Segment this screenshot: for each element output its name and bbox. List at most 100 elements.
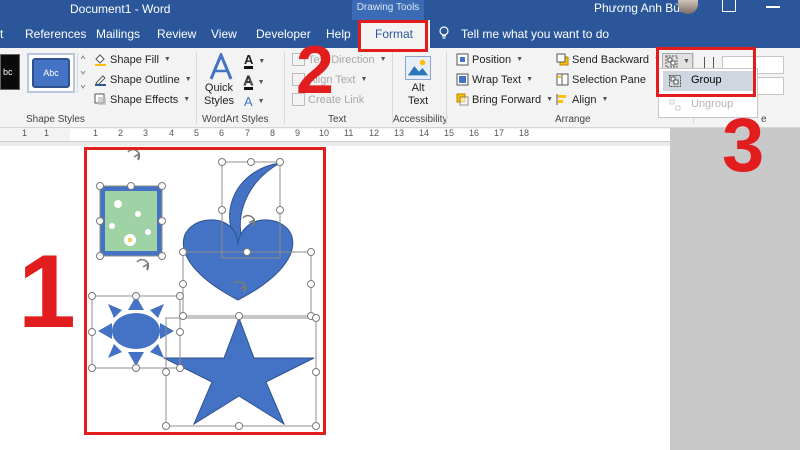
ribbon-display-options-icon[interactable]	[722, 0, 736, 12]
chevron-down-icon: ▼	[257, 79, 265, 86]
shape-fill-button[interactable]: Shape Fill ▼	[94, 53, 171, 66]
selection-pane-label: Selection Pane	[572, 73, 646, 86]
send-backward-icon	[556, 53, 569, 66]
callout-box-group	[656, 47, 756, 97]
gallery-scroll-icon	[80, 55, 86, 89]
ruler-number: 1	[44, 128, 50, 138]
chevron-down-icon: ▼	[546, 96, 554, 103]
wordart-a-icon[interactable]	[208, 53, 234, 83]
shape-outline-button[interactable]: Shape Outline ▼	[94, 73, 192, 86]
shape-style-preset-dark[interactable]: bc	[0, 54, 20, 90]
ruler-number: 16	[469, 128, 480, 138]
chevron-down-icon: ▼	[257, 98, 265, 105]
ruler-number: 18	[519, 128, 530, 138]
ruler-number: 4	[169, 128, 175, 138]
alt-text-label-1: Alt	[411, 82, 425, 94]
user-name[interactable]: Phương Anh Bùi	[594, 1, 683, 15]
ruler-number: 17	[494, 128, 505, 138]
ruler-number: 7	[245, 128, 251, 138]
position-label: Position	[472, 53, 512, 66]
ruler-number: 6	[219, 128, 225, 138]
bring-forward-label: Bring Forward	[472, 93, 542, 106]
group-label-arrange: Arrange	[555, 114, 591, 125]
document-title: Document1 - Word	[70, 2, 171, 16]
ruler-number: 3	[143, 128, 149, 138]
group-label-text: Text	[328, 114, 347, 125]
ruler-number: 12	[369, 128, 380, 138]
text-fill-icon: A	[244, 52, 254, 69]
shape-styles-gallery-scroll[interactable]	[77, 53, 87, 93]
tell-me-search[interactable]: Tell me what you want to do	[461, 27, 609, 41]
ruler-number: 11	[344, 128, 354, 138]
shape-effects-button[interactable]: Shape Effects ▼	[94, 93, 190, 106]
chevron-down-icon: ▼	[360, 76, 368, 83]
alt-text-icon[interactable]	[405, 56, 431, 80]
horizontal-ruler[interactable]: 1 1 1 2 3 4 5 6 7 8 9 10 11 12 13 14 15 …	[0, 128, 670, 142]
text-fill-button[interactable]: A ▼	[244, 52, 266, 69]
position-icon	[456, 53, 469, 66]
tab-review[interactable]: Review	[157, 27, 196, 41]
wrap-text-label: Wrap Text	[472, 73, 522, 86]
tab-mailings[interactable]: Mailings	[96, 27, 140, 41]
ruler-number: 1	[22, 128, 28, 138]
group-label-wordart: WordArt Styles	[202, 114, 269, 125]
ruler-number: 2	[118, 128, 124, 138]
drawing-tools-label: Drawing Tools	[352, 0, 424, 20]
callout-number-1: 1	[18, 234, 76, 350]
minimize-icon[interactable]	[766, 6, 780, 8]
title-bar: Document1 - Word Drawing Tools Phương An…	[0, 0, 800, 20]
alt-text-button[interactable]: Alt Text	[408, 82, 428, 108]
chevron-down-icon: ▼	[526, 76, 534, 83]
text-effects-button[interactable]: A ▼	[244, 94, 265, 109]
group-divider	[196, 52, 197, 124]
quick-styles-label-2: Styles	[204, 95, 234, 107]
wrap-text-button[interactable]: Wrap Text ▼	[456, 73, 533, 86]
tab-view[interactable]: View	[211, 27, 237, 41]
ruler-number: 13	[394, 128, 405, 138]
text-effects-icon: A	[244, 94, 253, 109]
chevron-down-icon: ▼	[163, 56, 171, 63]
tab-references[interactable]: References	[25, 27, 86, 41]
shape-effects-icon	[94, 93, 106, 105]
group-label-accessibility: Accessibility	[393, 114, 448, 125]
text-outline-button[interactable]: A ▼	[244, 74, 265, 90]
chevron-down-icon: ▼	[184, 76, 192, 83]
selection-pane-button[interactable]: Selection Pane	[556, 73, 646, 86]
group-divider	[446, 52, 447, 124]
callout-box-shapes	[84, 147, 326, 435]
ruler-number: 15	[444, 128, 455, 138]
align-label: Align	[572, 93, 597, 106]
align-icon	[556, 94, 566, 105]
quick-styles-label-1: Quick	[204, 82, 234, 94]
callout-box-format-tab	[358, 20, 428, 52]
chevron-down-icon: ▼	[379, 56, 387, 63]
ruler-number: 5	[194, 128, 200, 138]
callout-number-2: 2	[296, 32, 334, 108]
quick-styles-button[interactable]: Quick Styles	[204, 82, 234, 108]
chevron-down-icon: ▼	[601, 96, 609, 103]
ungroup-icon	[669, 99, 681, 111]
shape-style-preset-blue[interactable]: Abc	[27, 53, 75, 93]
shape-fill-label: Shape Fill	[110, 53, 159, 66]
send-backward-label: Send Backward	[572, 53, 650, 66]
alt-text-label-2: Text	[408, 95, 429, 107]
callout-number-3: 3	[722, 103, 765, 188]
group-divider	[284, 52, 285, 124]
wrap-text-icon	[456, 73, 469, 86]
chevron-down-icon: ▼	[258, 58, 266, 65]
position-button[interactable]: Position ▼	[456, 53, 523, 66]
avatar[interactable]	[678, 0, 698, 14]
tab-file[interactable]: t	[0, 27, 3, 41]
group-label-shape-styles: Shape Styles	[26, 114, 85, 125]
ruler-number: 14	[419, 128, 430, 138]
shape-outline-icon	[95, 75, 106, 86]
send-backward-button[interactable]: Send Backward ▼	[556, 53, 661, 66]
align-button[interactable]: Align ▼	[556, 93, 608, 106]
ruler-number: 1	[93, 128, 99, 138]
shape-style-preset-label: Abc	[32, 58, 70, 88]
chevron-down-icon: ▼	[516, 56, 524, 63]
selection-pane-icon	[556, 73, 569, 86]
shape-fill-icon	[95, 54, 106, 66]
shape-outline-label: Shape Outline	[110, 73, 180, 86]
bring-forward-button[interactable]: Bring Forward ▼	[456, 93, 553, 106]
